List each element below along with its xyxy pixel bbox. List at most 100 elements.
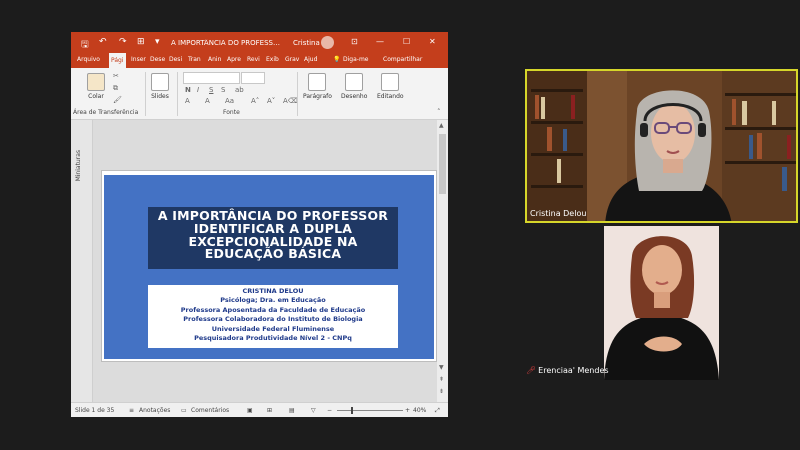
muted-mic-icon: 🎤︎ bbox=[526, 366, 537, 375]
tab-ajuda[interactable]: Ajud bbox=[304, 56, 317, 63]
fit-slide-icon[interactable]: ⤢ bbox=[435, 407, 440, 415]
tab-desenhar[interactable]: Dese bbox=[150, 56, 165, 63]
maximize-icon[interactable]: ☐ bbox=[403, 37, 410, 46]
close-icon[interactable]: ✕ bbox=[429, 37, 436, 46]
char-spacing-icon[interactable]: ab bbox=[235, 86, 244, 94]
format-painter-icon[interactable]: 🖌 bbox=[113, 96, 122, 104]
scroll-thumb[interactable] bbox=[439, 134, 446, 194]
editing-button[interactable]: Editando bbox=[377, 73, 404, 100]
copy-icon[interactable]: ⧉ bbox=[113, 84, 118, 93]
zoom-slider[interactable] bbox=[337, 410, 403, 411]
slide-title[interactable]: A IMPORTÂNCIA DO PROFESSOR IDENTIFICAR A… bbox=[148, 207, 398, 269]
document-title: A IMPORTÂNCIA DO PROFESSOR... bbox=[171, 39, 281, 47]
prev-slide-icon[interactable]: ⇞ bbox=[439, 376, 444, 383]
video-tile-interpreter[interactable] bbox=[604, 226, 719, 380]
share-button[interactable]: Compartilhar bbox=[383, 56, 422, 63]
slide-author-info[interactable]: CRISTINA DELOU Psicóloga; Dra. em Educaç… bbox=[148, 285, 398, 348]
comments-icon: ▭ bbox=[181, 407, 187, 414]
next-slide-icon[interactable]: ⇟ bbox=[439, 388, 444, 395]
lightbulb-icon: 💡 bbox=[333, 56, 341, 63]
thumbnails-label[interactable]: Miniaturas bbox=[75, 150, 82, 181]
notes-button[interactable]: Anotações bbox=[139, 407, 170, 414]
separator bbox=[177, 72, 178, 116]
participant-name: Cristina Delou bbox=[530, 209, 587, 218]
clipboard-group-label: Área de Transferência bbox=[73, 109, 139, 116]
undo-icon[interactable]: ↶ bbox=[99, 37, 107, 47]
comments-button[interactable]: Comentários bbox=[191, 407, 229, 414]
redo-icon[interactable]: ↷ bbox=[119, 37, 127, 47]
info-line: CRISTINA DELOU bbox=[242, 287, 304, 295]
zoom-in-icon[interactable]: + bbox=[405, 407, 410, 414]
customize-qat-icon[interactable]: ▾ bbox=[155, 37, 160, 47]
notes-icon: ≡ bbox=[129, 407, 135, 414]
tab-exibir[interactable]: Exib bbox=[266, 56, 279, 63]
paragraph-button[interactable]: Parágrafo bbox=[303, 73, 332, 100]
clear-format-icon[interactable]: A⌫ bbox=[283, 97, 298, 105]
ribbon: Colar ✂ ⧉ 🖌 Área de Transferência Slides… bbox=[71, 68, 448, 120]
slide-background: A IMPORTÂNCIA DO PROFESSOR IDENTIFICAR A… bbox=[104, 175, 434, 359]
tab-apresentacao[interactable]: Apre bbox=[227, 56, 241, 63]
ribbon-tabs: Arquivo Pági Inser Dese Desi Tran Anin A… bbox=[71, 53, 448, 68]
info-line: Psicóloga; Dra. em Educação bbox=[220, 296, 326, 305]
slideshow-icon[interactable]: ▽ bbox=[311, 407, 316, 414]
tab-gravar[interactable]: Grav bbox=[285, 56, 299, 63]
vertical-scrollbar[interactable]: ▲ ▼ ⇞ ⇟ bbox=[437, 120, 448, 402]
tab-animacoes[interactable]: Anin bbox=[208, 56, 221, 63]
avatar[interactable] bbox=[321, 36, 334, 49]
zoom-slider-thumb[interactable] bbox=[351, 407, 353, 414]
italic-icon[interactable]: I bbox=[197, 86, 199, 94]
save-icon[interactable]: 🖫 bbox=[81, 37, 89, 53]
info-line: Professora Aposentada da Faculdade de Ed… bbox=[180, 305, 366, 314]
separator bbox=[145, 72, 146, 116]
font-name-dropdown[interactable] bbox=[183, 72, 240, 84]
tab-design[interactable]: Desi bbox=[169, 56, 182, 63]
slides-button[interactable]: Slides bbox=[151, 73, 169, 100]
title-bar: 🖫 ↶ ↷ ⊞ ▾ A IMPORTÂNCIA DO PROFESSOR... … bbox=[71, 32, 448, 53]
present-icon[interactable]: ⊞ bbox=[137, 37, 145, 47]
info-line: Pesquisadora Produtividade Nível 2 - CNP… bbox=[194, 334, 352, 343]
tab-arquivo[interactable]: Arquivo bbox=[77, 56, 100, 63]
new-slide-icon bbox=[151, 73, 169, 91]
underline-icon[interactable]: S bbox=[209, 86, 213, 94]
paragraph-icon bbox=[308, 73, 327, 91]
strikethrough-icon[interactable]: S bbox=[221, 86, 225, 94]
tell-me-search[interactable]: Diga-me bbox=[343, 56, 368, 63]
participant-name: Erenciaa' Mendes bbox=[538, 366, 609, 375]
grow-font-icon[interactable]: A˄ bbox=[251, 97, 259, 105]
shadow-icon[interactable]: A bbox=[185, 97, 190, 105]
font-color-icon[interactable]: A bbox=[205, 97, 210, 105]
slide-canvas[interactable]: A IMPORTÂNCIA DO PROFESSOR IDENTIFICAR A… bbox=[101, 170, 437, 362]
slides-label: Slides bbox=[151, 93, 169, 100]
zoom-level[interactable]: 40% bbox=[413, 407, 426, 414]
font-size-dropdown[interactable] bbox=[241, 72, 265, 84]
scroll-up-icon[interactable]: ▲ bbox=[439, 122, 444, 129]
drawing-label: Desenho bbox=[341, 93, 368, 100]
cut-icon[interactable]: ✂ bbox=[113, 72, 119, 80]
normal-view-icon[interactable]: ▣ bbox=[247, 407, 253, 414]
ribbon-display-icon[interactable]: ⊡ bbox=[351, 37, 358, 46]
reading-view-icon[interactable]: ▤ bbox=[289, 407, 295, 414]
find-icon bbox=[381, 73, 400, 91]
bold-icon[interactable]: N bbox=[185, 86, 191, 94]
clipboard-icon bbox=[87, 73, 105, 91]
collapse-ribbon-icon[interactable]: ˄ bbox=[437, 108, 441, 116]
info-line: Professora Colaboradora do Instituto de … bbox=[183, 315, 363, 324]
tab-inserir[interactable]: Inser bbox=[131, 56, 146, 63]
zoom-out-icon[interactable]: − bbox=[327, 407, 332, 414]
slide-sorter-icon[interactable]: ⊞ bbox=[267, 407, 272, 414]
participant-name-tag: 🎤︎ Erenciaa' Mendes bbox=[526, 366, 609, 375]
change-case-icon[interactable]: Aa bbox=[225, 97, 234, 105]
separator bbox=[297, 72, 298, 116]
paragraph-label: Parágrafo bbox=[303, 93, 332, 100]
tab-pagina-inicial[interactable]: Pági bbox=[109, 53, 126, 68]
scroll-down-icon[interactable]: ▼ bbox=[439, 364, 444, 371]
minimize-icon[interactable]: — bbox=[376, 37, 384, 46]
shrink-font-icon[interactable]: A˅ bbox=[267, 97, 275, 105]
slide-editor[interactable]: A IMPORTÂNCIA DO PROFESSOR IDENTIFICAR A… bbox=[93, 120, 437, 402]
tab-revisao[interactable]: Revi bbox=[247, 56, 260, 63]
tab-transicoes[interactable]: Tran bbox=[188, 56, 201, 63]
drawing-button[interactable]: Desenho bbox=[341, 73, 367, 100]
video-tile-speaker[interactable]: Cristina Delou bbox=[525, 69, 798, 223]
paste-button[interactable]: Colar bbox=[87, 73, 105, 100]
paste-label: Colar bbox=[88, 93, 104, 100]
